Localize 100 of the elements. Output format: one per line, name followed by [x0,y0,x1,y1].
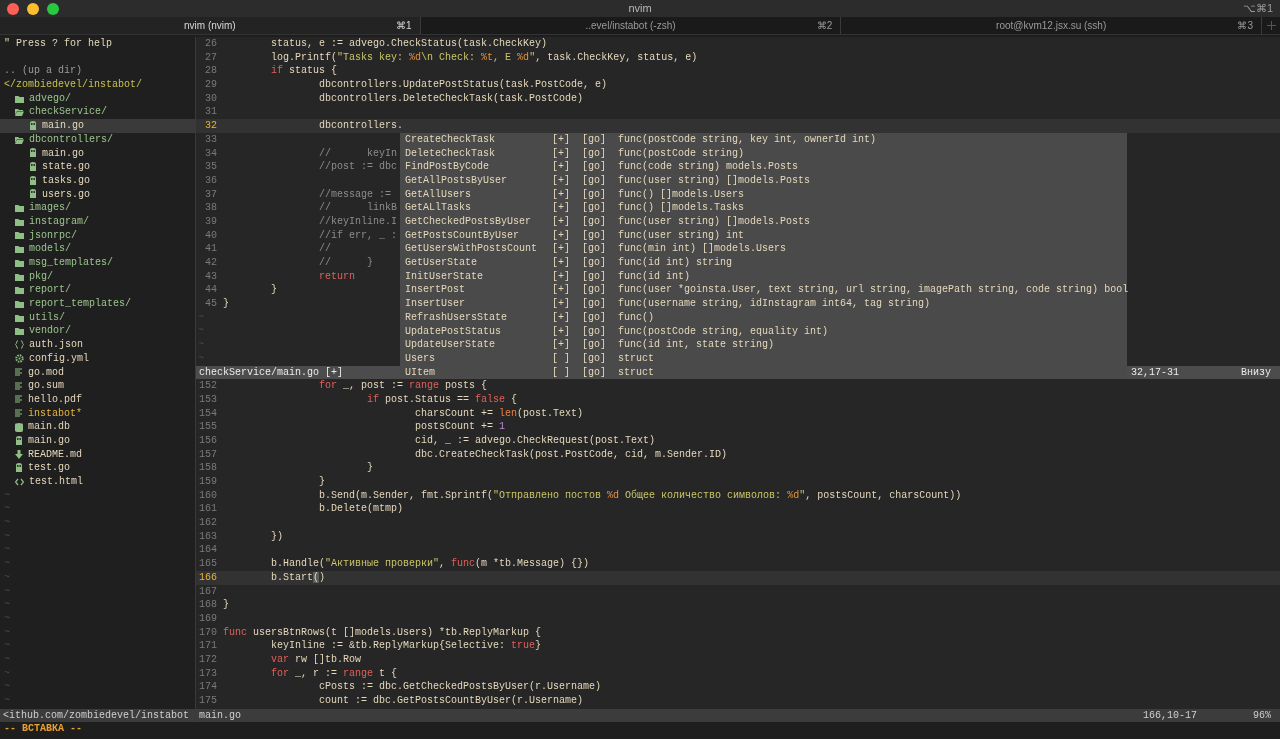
file-item[interactable]: main.db [0,420,195,434]
folder-item[interactable]: vendor/ [0,324,195,339]
folder-item[interactable]: advego/ [0,91,195,106]
file-item[interactable]: README.md [0,447,195,462]
completion-item[interactable]: InsertPost [+] [go] func(user *goinsta.User, text string, url string, imagePath string, code string) bool [400,283,1127,298]
folder-item[interactable]: dbcontrollers/ [0,132,195,147]
code-line: for _, r := range t { [270,666,398,681]
close-button[interactable] [7,2,19,15]
folder-item[interactable]: report_templates/ [0,297,195,311]
file-item[interactable]: main.go [0,119,195,133]
file-item[interactable]: config.yml [0,351,195,366]
lines-icon [15,381,23,391]
line-number: 160 [198,488,218,503]
file-item[interactable]: instabot* [0,406,195,421]
line-number: 34 [204,146,218,161]
file-item[interactable]: auth.json [0,338,195,352]
database-icon [15,422,23,432]
code-line: func usersBtnRows(t []models.Users) *tb.ReplyMarkup { [223,625,542,640]
gopher-icon [29,148,37,159]
code-line: cid, _ := advego.CheckRequest(post.Text) [414,433,656,448]
scroll-position: Внизу [1241,365,1272,380]
line-number: 169 [198,611,218,626]
code-line: //post := dbc [318,160,398,174]
line-number: 156 [198,433,218,448]
code-line: // } [318,256,374,270]
file-item[interactable]: main.go [0,146,195,161]
folder-item[interactable]: checkService/ [0,105,195,120]
filler-tilde: ~ [4,626,10,638]
code-line: } [223,598,229,612]
filler-tilde: ~ [4,653,10,665]
file-item[interactable]: test.go [0,461,195,475]
filler-tilde: ~ [4,585,10,597]
folder-item[interactable]: pkg/ [0,269,195,284]
window-title: nvim [628,1,652,17]
line-number: 32 [204,119,218,133]
folder-item[interactable]: images/ [0,201,195,215]
code-line: }) [270,529,284,544]
file-item[interactable]: users.go [0,187,195,202]
mode-indicator: -- ВСТАВКА -- [3,722,83,736]
line-number: 155 [198,420,218,434]
completion-item[interactable]: GetUserState [+] [go] func(id int) string [400,256,1127,270]
filler-tilde: ~ [198,325,204,337]
completion-item[interactable]: Users [ ] [go] struct [400,351,1127,366]
file-item[interactable]: hello.pdf [0,392,195,407]
file-item[interactable]: main.go [0,433,195,448]
line-number: 45 [204,297,218,311]
zoom-button[interactable] [47,2,59,15]
file-item[interactable]: go.sum [0,379,195,393]
completion-item[interactable]: GetUsersWithPostsCount [+] [go] func(min int) []models.Users [400,242,1127,257]
folder-item[interactable]: utils/ [0,310,195,325]
code-icon [15,477,24,486]
code-line: if status { [270,64,338,79]
completion-item[interactable]: CreateCheckTask [+] [go] func(postCode string, key int, ownerId int) [400,132,1127,147]
folder-item[interactable]: instagram/ [0,214,195,229]
terminal-tab[interactable]: nvim (nvim) ⌘1 [0,17,421,34]
completion-item[interactable]: UItem [ ] [go] struct [400,365,1127,380]
file-item[interactable]: state.go [0,160,195,174]
folder-item[interactable]: models/ [0,242,195,256]
filler-tilde: ~ [4,503,10,515]
file-item[interactable]: tasks.go [0,173,195,188]
line-number: 168 [198,598,218,612]
completion-item[interactable]: UpdateUserState [+] [go] func(id int, state string) [400,338,1127,352]
folder-item[interactable]: report/ [0,283,195,298]
code-line: //keyInline.I [318,214,398,229]
file-item[interactable]: test.html [0,475,195,489]
code-line: //message := [318,187,392,202]
line-number: 165 [198,557,218,571]
line-number: 163 [198,529,218,544]
code-line: b.Delete(mtmp) [318,502,404,517]
completion-item[interactable]: GetPostsCountByUser [+] [go] func(user string) int [400,228,1127,243]
braces-icon [15,340,24,350]
completion-item[interactable]: GetCheckedPostsByUser [+] [go] func(user string) []models.Posts [400,215,1127,229]
minimize-button[interactable] [27,2,39,15]
line-number: 166 [198,570,218,585]
filler-tilde: ~ [4,681,10,693]
code-line: postsCount += 1 [414,420,506,434]
completion-item[interactable]: InsertUser [+] [go] func(username string, idInstagram int64, tag string) [400,297,1127,311]
completion-item[interactable]: UpdatePostStatus [+] [go] func(postCode string, equality int) [400,324,1127,339]
code-line: } [223,297,229,311]
completion-item[interactable]: InitUserState [+] [go] func(id int) [400,269,1127,284]
completion-item[interactable]: GetALlTasks [+] [go] func() []models.Tasks [400,201,1127,215]
scroll-position: 96% [1253,708,1272,723]
filler-tilde: ~ [4,640,10,652]
parent-dir-item[interactable]: .. (up a dir) [0,64,195,79]
completion-item[interactable]: GetAllPostsByUser [+] [go] func(user string) []models.Posts [400,173,1127,188]
completion-item[interactable]: GetAllUsers [+] [go] func() []models.Users [400,187,1127,202]
open-folder-icon [15,135,24,144]
line-number: 170 [198,625,218,640]
completion-item[interactable]: FindPostByCode [+] [go] func(code string) models.Posts [400,160,1127,174]
line-number: 41 [204,242,218,256]
file-item[interactable]: go.mod [0,365,195,380]
code-line: // linkB [318,201,398,215]
completion-item[interactable]: RefrashUsersState [+] [go] func() [400,310,1127,325]
folder-item[interactable]: jsonrpc/ [0,228,195,243]
plus-icon [1266,21,1276,30]
completion-item[interactable]: DeleteCheckTask [+] [go] func(postCode string) [400,146,1127,161]
folder-item[interactable]: msg_templates/ [0,256,195,270]
line-number: 173 [198,666,218,681]
lines-icon [15,367,23,377]
line-number: 37 [204,187,218,202]
